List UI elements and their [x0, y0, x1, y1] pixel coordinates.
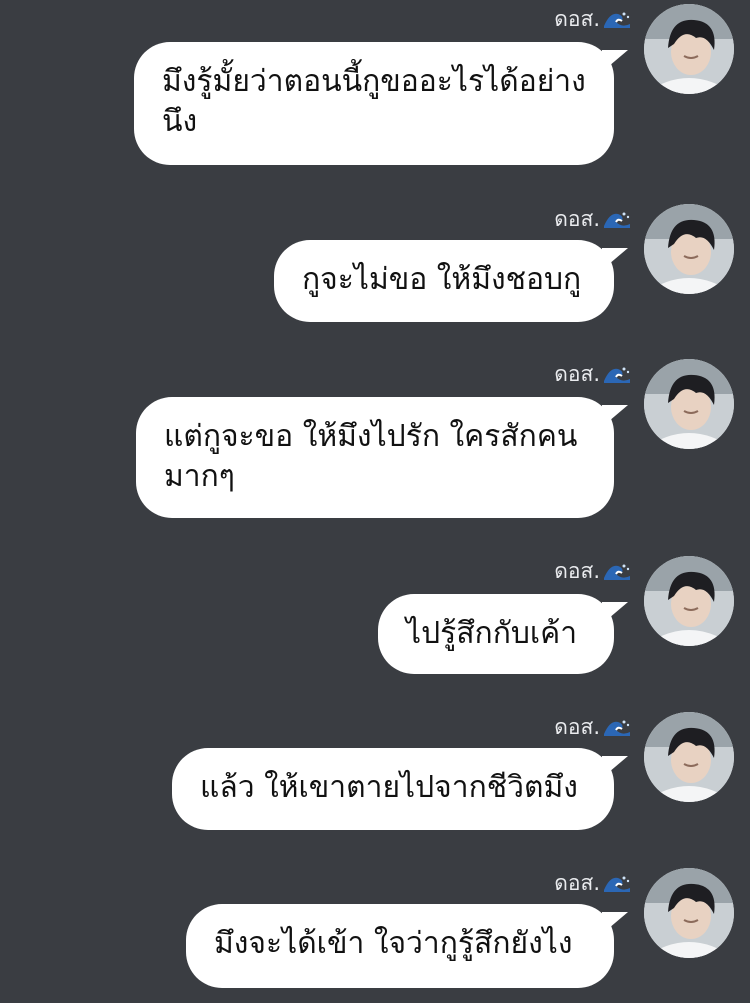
- wave-emoji-icon: [602, 872, 632, 894]
- wave-emoji-icon: [602, 716, 632, 738]
- sender-name: ดอส.: [554, 206, 632, 232]
- sender-name-text: ดอส.: [554, 559, 600, 583]
- wave-emoji-icon: [602, 363, 632, 385]
- wave-emoji-icon: [602, 8, 632, 30]
- message-row: ดอส. กูจะไม่ขอ ให้มึงชอบกู: [0, 200, 750, 325]
- message-bubble[interactable]: แต่กูจะขอ ให้มึงไปรัก ใครสักคน มากๆ: [136, 397, 628, 518]
- avatar[interactable]: [644, 556, 734, 646]
- avatar[interactable]: [644, 204, 734, 294]
- chat-thread: ดอส. มึงรู้มั้ยว่าตอนนี้กูขออะไรได้อย่าง…: [0, 0, 750, 1003]
- sender-name-text: ดอส.: [554, 207, 600, 231]
- bubble-tail: [602, 50, 628, 72]
- sender-name-text: ดอส.: [554, 362, 600, 386]
- message-row: ดอส. ไปรู้สึกกับเค้า: [0, 552, 750, 677]
- message-bubble[interactable]: มึงรู้มั้ยว่าตอนนี้กูขออะไรได้อย่าง นึง: [134, 42, 628, 165]
- message-row: ดอส. มึงรู้มั้ยว่าตอนนี้กูขออะไรได้อย่าง…: [0, 0, 750, 170]
- sender-name-text: ดอส.: [554, 871, 600, 895]
- sender-name: ดอส.: [554, 361, 632, 387]
- sender-name: ดอส.: [554, 6, 632, 32]
- bubble-tail: [602, 248, 628, 270]
- sender-name: ดอส.: [554, 870, 632, 896]
- sender-name-text: ดอส.: [554, 715, 600, 739]
- bubble-tail: [602, 912, 628, 934]
- bubble-tail: [602, 756, 628, 778]
- sender-name: ดอส.: [554, 558, 632, 584]
- message-line: แล้ว ให้เขาตายไปจากชีวิตมึง: [200, 770, 578, 805]
- message-row: ดอส. แต่กูจะขอ ให้มึงไปรัก ใครสักคน มากๆ: [0, 355, 750, 525]
- message-bubble[interactable]: แล้ว ให้เขาตายไปจากชีวิตมึง: [172, 748, 628, 830]
- bubble-tail: [602, 405, 628, 427]
- message-bubble[interactable]: ไปรู้สึกกับเค้า: [378, 594, 628, 674]
- message-line: กูจะไม่ขอ ให้มึงชอบกู: [302, 262, 582, 297]
- message-bubble[interactable]: กูจะไม่ขอ ให้มึงชอบกู: [274, 240, 628, 322]
- avatar[interactable]: [644, 359, 734, 449]
- message-line: มึงรู้มั้ยว่าตอนนี้กูขออะไรได้อย่าง: [162, 64, 586, 99]
- bubble-tail: [602, 602, 628, 624]
- message-line: มากๆ: [164, 459, 235, 494]
- sender-name: ดอส.: [554, 714, 632, 740]
- sender-name-text: ดอส.: [554, 7, 600, 31]
- message-line: แต่กูจะขอ ให้มึงไปรัก ใครสักคน: [164, 419, 578, 454]
- wave-emoji-icon: [602, 560, 632, 582]
- message-line: นึง: [162, 104, 198, 139]
- avatar[interactable]: [644, 4, 734, 94]
- message-row: ดอส. มึงจะได้เข้า ใจว่ากูรู้สึกยังไง: [0, 864, 750, 994]
- message-bubble[interactable]: มึงจะได้เข้า ใจว่ากูรู้สึกยังไง: [186, 904, 628, 988]
- message-line: ไปรู้สึกกับเค้า: [406, 616, 578, 651]
- avatar[interactable]: [644, 868, 734, 958]
- wave-emoji-icon: [602, 208, 632, 230]
- message-row: ดอส. แล้ว ให้เขาตายไปจากชีวิตมึง: [0, 708, 750, 833]
- avatar[interactable]: [644, 712, 734, 802]
- message-line: มึงจะได้เข้า ใจว่ากูรู้สึกยังไง: [214, 926, 573, 961]
